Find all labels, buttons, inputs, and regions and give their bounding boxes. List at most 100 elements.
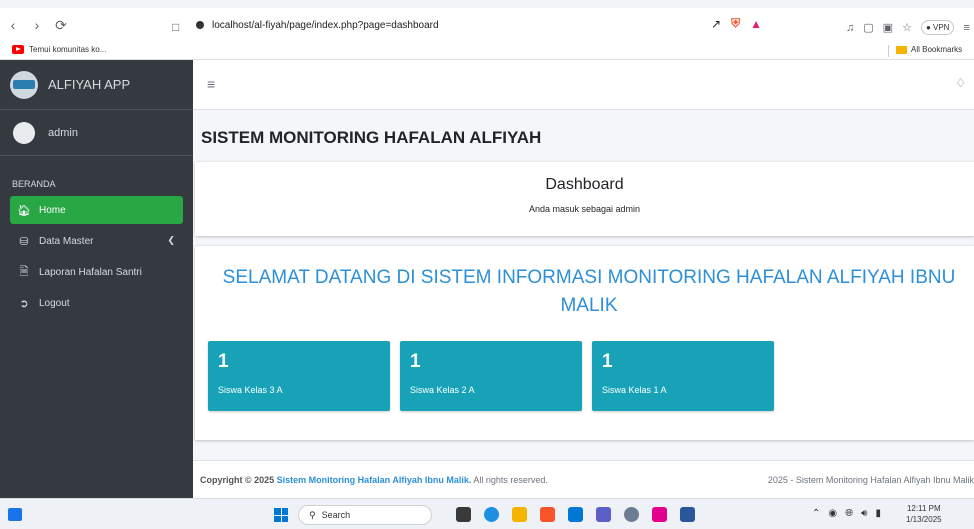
address-bar-icons: ↗ ⛨ ▲ [711, 16, 762, 31]
browser-nav-buttons: ‹ › ⟳ [6, 18, 68, 32]
content-wrapper: SISTEM MONITORING HAFALAN ALFIYAH Dashbo… [193, 110, 974, 460]
sidebar-item-laporan[interactable]: 🗎︎ Laporan Hafalan Santri [10, 258, 183, 286]
top-navbar: ≡ ♢ [193, 60, 974, 110]
copyright-prefix: Copyright © 2025 [200, 475, 275, 485]
bookmark-youtube[interactable]: Temui komunitas ko... [12, 45, 106, 54]
user-panel: admin [0, 110, 193, 156]
brave-shield-icon[interactable]: ⛨ [731, 16, 740, 31]
search-placeholder: Search [321, 510, 351, 520]
sidebar-item-logout[interactable]: ➲ Logout [10, 289, 183, 317]
vpn-button[interactable]: ● VPN [920, 20, 955, 35]
site-info-icon[interactable] [196, 21, 204, 29]
bookmark-page-icon[interactable]: □ [172, 20, 179, 34]
taskbar-apps [456, 507, 695, 522]
sidebar-item-label: Logout [39, 297, 70, 309]
share-icon[interactable]: ↗ [711, 17, 721, 31]
stat-value: 1 [218, 351, 229, 372]
footer-link[interactable]: Sistem Monitoring Hafalan Alfiyah Ibnu M… [277, 475, 472, 485]
bookmark-label: Temui komunitas ko... [29, 45, 107, 54]
dashboard-title: Dashboard [545, 176, 624, 193]
footer-copyright: Copyright © 2025 Sistem Monitoring Hafal… [200, 475, 548, 485]
file-explorer-icon[interactable] [512, 507, 527, 522]
logout-icon: ➲ [19, 297, 29, 310]
welcome-card: SELAMAT DATANG DI SISTEM INFORMASI MONIT… [195, 246, 974, 440]
sidebar-item-label: Laporan Hafalan Santri [39, 266, 142, 278]
file-pdf-icon: 🗎︎ [19, 265, 29, 278]
brand-link[interactable]: ALFIYAH APP [0, 60, 193, 110]
page-title: SISTEM MONITORING HAFALAN ALFIYAH [201, 128, 542, 147]
all-bookmarks[interactable]: All Bookmarks [896, 45, 962, 54]
brave-rewards-icon[interactable]: ▲ [750, 17, 762, 31]
brand-name: ALFIYAH APP [48, 77, 131, 92]
reload-icon[interactable]: ⟳ [54, 18, 68, 32]
browser-right-icons: ♫ ▢ ▣ ☆ ● VPN ≡ [846, 20, 970, 35]
stat-box-kelas-1a[interactable]: 1 Siswa Kelas 1 A [592, 341, 774, 411]
youtube-icon [12, 45, 24, 54]
vpn-label: VPN [933, 23, 950, 32]
home-icon: 🏠︎ [17, 204, 31, 217]
media-icon[interactable]: ♫ [846, 22, 854, 34]
forward-icon[interactable]: › [30, 18, 44, 32]
widgets-icon[interactable] [8, 508, 22, 521]
tab-icon[interactable]: ▣ [883, 21, 893, 34]
clock-date: 1/13/2025 [906, 515, 942, 524]
bell-icon[interactable]: ♢ [955, 76, 966, 90]
clock-time: 12:11 PM [906, 504, 941, 513]
settings-icon[interactable] [624, 507, 639, 522]
url-text[interactable]: localhost/al-fiyah/page/index.php?page=d… [212, 20, 439, 31]
sidebar-item-label: Home [39, 204, 66, 216]
sidebar-toggle-icon[interactable]: ▢ [863, 21, 873, 34]
language-icon[interactable]: 🌐︎ [845, 508, 853, 519]
stat-label: Siswa Kelas 2 A [410, 385, 475, 395]
avatar [13, 121, 35, 144]
folder-icon [896, 45, 907, 54]
dashboard-subtitle: Anda masuk sebagai admin [528, 204, 641, 214]
user-name[interactable]: admin [48, 127, 78, 139]
windows-start-icon[interactable] [274, 508, 288, 522]
brand-logo [10, 70, 38, 99]
welcome-heading: SELAMAT DATANG DI SISTEM INFORMASI MONIT… [222, 267, 956, 316]
all-bookmarks-label: All Bookmarks [911, 45, 963, 54]
battery-icon[interactable]: ▮ [875, 508, 881, 519]
browser-toolbar: ‹ › ⟳ □ localhost/al-fiyah/page/index.ph… [0, 0, 974, 42]
photos-icon[interactable] [652, 507, 667, 522]
bookmarks-bar: Temui komunitas ko... All Bookmarks [0, 42, 974, 60]
stat-box-kelas-3a[interactable]: 1 Siswa Kelas 3 A [208, 341, 390, 411]
dashboard-card: Dashboard Anda masuk sebagai admin [195, 162, 974, 236]
extensions-icon[interactable]: ☆ [902, 21, 912, 34]
search-icon: ⚲ [309, 509, 316, 520]
stat-label: Siswa Kelas 1 A [602, 385, 667, 395]
address-bar[interactable]: localhost/al-fiyah/page/index.php?page=d… [188, 14, 768, 36]
sidebar-item-label: Data Master [39, 235, 94, 247]
app-tray-icon[interactable]: ◉ [828, 508, 837, 519]
stat-value: 1 [602, 351, 613, 372]
copyright-suffix: All rights reserved. [473, 475, 548, 485]
teams-icon[interactable] [596, 507, 611, 522]
word-icon[interactable] [680, 507, 695, 522]
bookmark-separator [888, 45, 889, 57]
nav-header: BERANDA [12, 179, 56, 189]
vscode-icon[interactable] [568, 507, 583, 522]
chevron-left-icon: ❮ [167, 235, 175, 245]
taskbar-search[interactable]: ⚲ Search [298, 505, 432, 525]
back-icon[interactable]: ‹ [6, 18, 20, 32]
brave-icon[interactable] [540, 507, 555, 522]
footer: Copyright © 2025 Sistem Monitoring Hafal… [193, 460, 974, 498]
stat-label: Siswa Kelas 3 A [218, 385, 283, 395]
windows-taskbar: ⚲ Search ⌃ ◉ 🌐︎ 🔊︎ ▮ 12:11 PM 1/13/2025 [0, 498, 974, 529]
volume-icon[interactable]: 🔊︎ [861, 508, 867, 519]
menu-icon[interactable]: ≡ [963, 22, 969, 34]
hamburger-menu-icon[interactable]: ≡ [207, 76, 215, 92]
stat-value: 1 [410, 351, 421, 372]
sidebar-item-data-master[interactable]: ⛁ Data Master ❮ [10, 227, 183, 255]
task-view-icon[interactable] [456, 507, 471, 522]
chevron-up-icon[interactable]: ⌃ [812, 508, 820, 519]
taskbar-clock[interactable]: 12:11 PM 1/13/2025 [906, 503, 942, 525]
edge-icon[interactable] [484, 507, 499, 522]
system-tray: ⌃ ◉ 🌐︎ 🔊︎ ▮ [812, 508, 881, 519]
footer-right-text: 2025 - Sistem Monitoring Hafalan Alfiyah… [767, 475, 974, 485]
database-icon: ⛁ [19, 235, 29, 248]
stat-box-kelas-2a[interactable]: 1 Siswa Kelas 2 A [400, 341, 582, 411]
sidebar-item-home[interactable]: 🏠︎ Home [10, 196, 183, 224]
sidebar: ALFIYAH APP admin BERANDA 🏠︎ Home ⛁ Data… [0, 60, 193, 498]
